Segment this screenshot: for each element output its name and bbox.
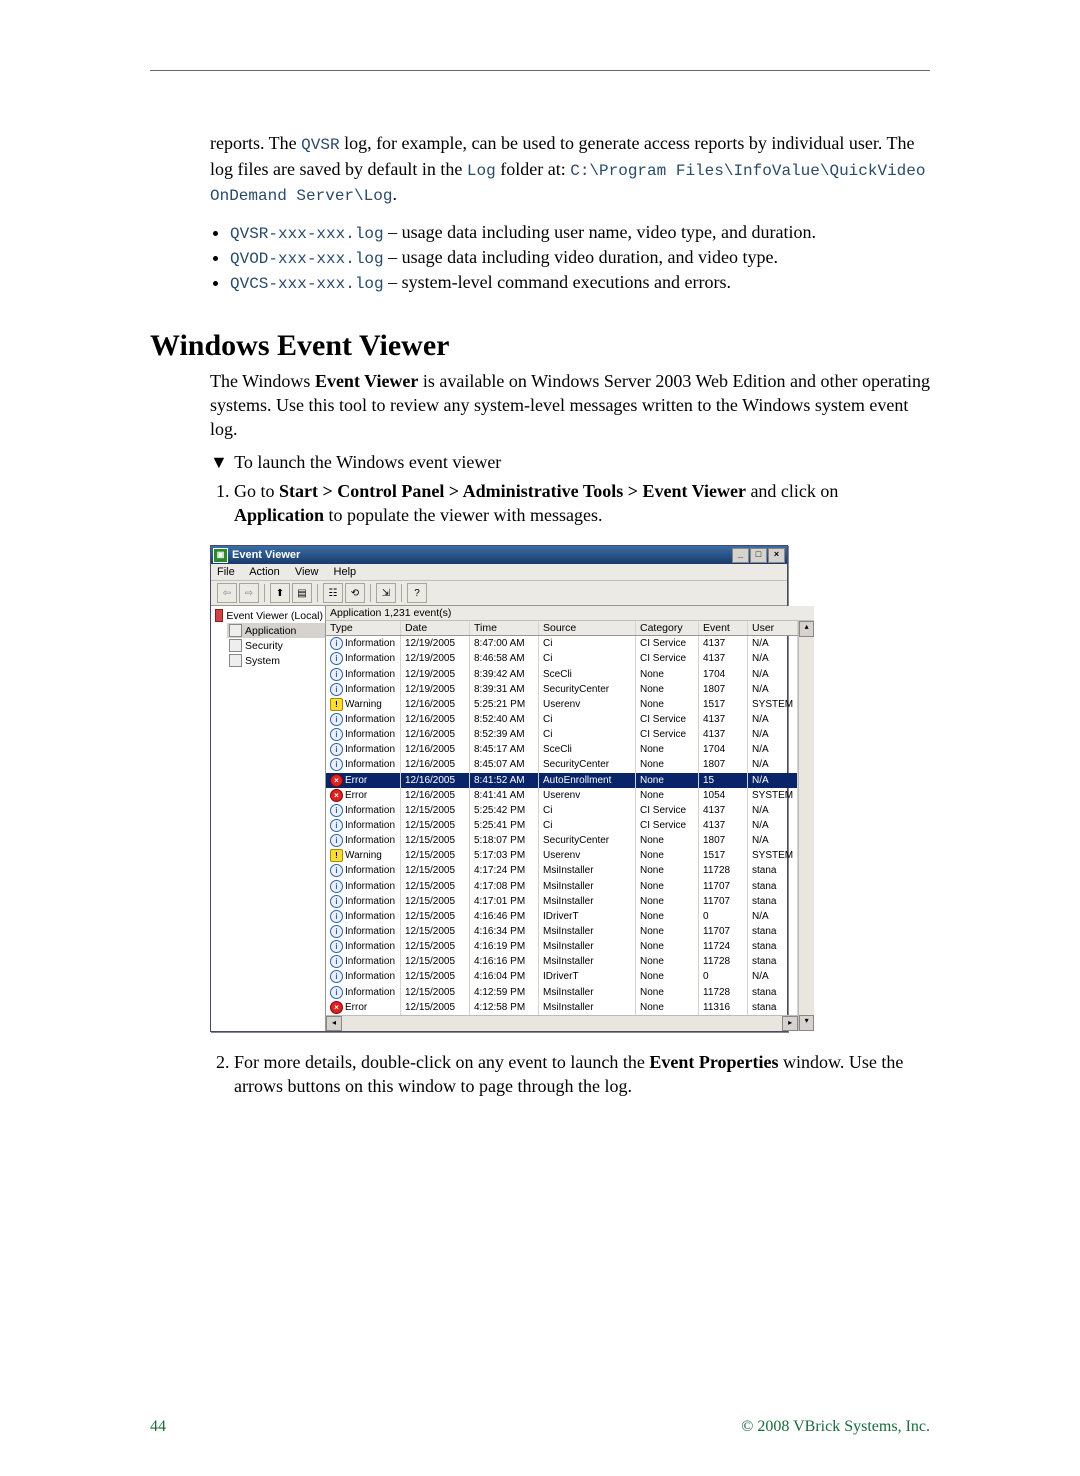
table-row[interactable]: iInformation12/15/20055:18:07 PMSecurity… bbox=[326, 833, 798, 848]
top-rule bbox=[150, 70, 930, 71]
up-button[interactable]: ⬆ bbox=[270, 583, 290, 603]
tree-system[interactable]: System bbox=[227, 653, 325, 668]
event-viewer-screenshot: ▣ Event Viewer _ □ × File Action View He… bbox=[210, 545, 930, 1032]
tree-application[interactable]: Application bbox=[227, 623, 325, 638]
table-row[interactable]: iInformation12/19/20058:47:00 AMCiCI Ser… bbox=[326, 636, 798, 651]
show-hide-tree-button[interactable]: ▤ bbox=[292, 583, 312, 603]
maximize-button[interactable]: □ bbox=[750, 548, 767, 563]
table-row[interactable]: iInformation12/16/20058:45:07 AMSecurity… bbox=[326, 757, 798, 772]
table-row[interactable]: !Warning12/16/20055:25:21 PMUserenvNone1… bbox=[326, 697, 798, 712]
list-item: QVSR-xxx-xxx.log – usage data including … bbox=[230, 222, 930, 243]
launch-line: ▼ To launch the Windows event viewer bbox=[210, 452, 930, 473]
copyright: © 2008 VBrick Systems, Inc. bbox=[741, 1418, 930, 1436]
list-panel: Application 1,231 event(s) Type Date Tim… bbox=[326, 606, 814, 1031]
back-button[interactable]: ⇦ bbox=[217, 583, 237, 603]
table-row[interactable]: iInformation12/15/20054:16:04 PMIDriverT… bbox=[326, 969, 798, 984]
app-icon: ▣ bbox=[213, 548, 228, 563]
log-file-list: QVSR-xxx-xxx.log – usage data including … bbox=[210, 222, 930, 293]
table-row[interactable]: iInformation12/15/20054:17:08 PMMsiInsta… bbox=[326, 879, 798, 894]
vertical-scrollbar[interactable]: ▴ ▾ bbox=[798, 621, 814, 1031]
table-row[interactable]: iInformation12/19/20058:39:31 AMSecurity… bbox=[326, 682, 798, 697]
refresh-button[interactable]: ⟲ bbox=[345, 583, 365, 603]
page-number: 44 bbox=[150, 1418, 166, 1436]
menu-action[interactable]: Action bbox=[249, 566, 280, 578]
table-row[interactable]: ×Error12/16/20058:41:52 AMAutoEnrollment… bbox=[326, 773, 798, 788]
page-footer: 44 © 2008 VBrick Systems, Inc. bbox=[150, 1418, 930, 1436]
export-button[interactable]: ⇲ bbox=[376, 583, 396, 603]
menu-file[interactable]: File bbox=[217, 566, 235, 578]
log-icon bbox=[229, 654, 242, 667]
window-title: Event Viewer bbox=[232, 549, 300, 561]
table-row[interactable]: ×Error12/15/20054:12:58 PMMsiInstallerNo… bbox=[326, 1000, 798, 1015]
toolbar: ⇦ ⇨ ⬆ ▤ ☷ ⟲ ⇲ ? bbox=[211, 581, 787, 606]
minimize-button[interactable]: _ bbox=[732, 548, 749, 563]
table-row[interactable]: iInformation12/15/20054:16:46 PMIDriverT… bbox=[326, 909, 798, 924]
help-button[interactable]: ? bbox=[407, 583, 427, 603]
event-rows[interactable]: iInformation12/19/20058:47:00 AMCiCI Ser… bbox=[326, 636, 798, 1015]
table-row[interactable]: !Warning12/15/20055:17:03 PMUserenvNone1… bbox=[326, 848, 798, 863]
table-row[interactable]: iInformation12/15/20054:17:24 PMMsiInsta… bbox=[326, 863, 798, 878]
log-icon bbox=[229, 639, 242, 652]
menu-help[interactable]: Help bbox=[334, 566, 357, 578]
table-row[interactable]: iInformation12/16/20058:52:39 AMCiCI Ser… bbox=[326, 727, 798, 742]
tree-security[interactable]: Security bbox=[227, 638, 325, 653]
step-1: Go to Start > Control Panel > Administra… bbox=[234, 479, 930, 528]
scroll-right-button[interactable]: ▸ bbox=[782, 1016, 798, 1031]
table-row[interactable]: iInformation12/16/20058:52:40 AMCiCI Ser… bbox=[326, 712, 798, 727]
table-row[interactable]: iInformation12/15/20055:25:42 PMCiCI Ser… bbox=[326, 803, 798, 818]
menu-bar[interactable]: File Action View Help bbox=[211, 564, 787, 581]
forward-button[interactable]: ⇨ bbox=[239, 583, 259, 603]
triangle-down-icon: ▼ bbox=[210, 452, 230, 473]
column-headers[interactable]: Type Date Time Source Category Event Use… bbox=[326, 621, 798, 636]
list-item: QVOD-xxx-xxx.log – usage data including … bbox=[230, 247, 930, 268]
close-button[interactable]: × bbox=[768, 548, 785, 563]
table-row[interactable]: iInformation12/15/20054:16:19 PMMsiInsta… bbox=[326, 939, 798, 954]
table-row[interactable]: iInformation12/19/20058:39:42 AMSceCliNo… bbox=[326, 667, 798, 682]
tree-root[interactable]: Event Viewer (Local) bbox=[213, 608, 325, 623]
scroll-up-button[interactable]: ▴ bbox=[799, 621, 814, 637]
table-row[interactable]: iInformation12/15/20055:25:41 PMCiCI Ser… bbox=[326, 818, 798, 833]
table-row[interactable]: iInformation12/19/20058:46:58 AMCiCI Ser… bbox=[326, 651, 798, 666]
tree-panel: Event Viewer (Local) Application Securit… bbox=[211, 606, 326, 1031]
list-item: QVCS-xxx-xxx.log – system-level command … bbox=[230, 272, 930, 293]
scroll-down-button[interactable]: ▾ bbox=[799, 1015, 814, 1031]
properties-button[interactable]: ☷ bbox=[323, 583, 343, 603]
steps-list: Go to Start > Control Panel > Administra… bbox=[210, 479, 930, 528]
menu-view[interactable]: View bbox=[295, 566, 319, 578]
table-row[interactable]: ×Error12/16/20058:41:41 AMUserenvNone105… bbox=[326, 788, 798, 803]
table-row[interactable]: iInformation12/15/20054:16:16 PMMsiInsta… bbox=[326, 954, 798, 969]
window-titlebar: ▣ Event Viewer _ □ × bbox=[211, 546, 787, 564]
book-icon bbox=[215, 609, 223, 622]
steps-list-2: For more details, double-click on any ev… bbox=[210, 1050, 930, 1099]
log-icon bbox=[229, 624, 242, 637]
table-row[interactable]: iInformation12/16/20058:45:17 AMSceCliNo… bbox=[326, 742, 798, 757]
step-2: For more details, double-click on any ev… bbox=[234, 1050, 930, 1099]
table-row[interactable]: iInformation12/15/20054:16:34 PMMsiInsta… bbox=[326, 924, 798, 939]
horizontal-scrollbar[interactable]: ◂ ▸ bbox=[326, 1015, 798, 1031]
section-intro: The Windows Event Viewer is available on… bbox=[210, 369, 930, 442]
scroll-left-button[interactable]: ◂ bbox=[326, 1016, 342, 1031]
list-header: Application 1,231 event(s) bbox=[326, 606, 814, 621]
table-row[interactable]: iInformation12/15/20054:17:01 PMMsiInsta… bbox=[326, 894, 798, 909]
table-row[interactable]: iInformation12/15/20054:12:59 PMMsiInsta… bbox=[326, 985, 798, 1000]
intro-paragraph: reports. The QVSR log, for example, can … bbox=[210, 131, 930, 208]
section-heading: Windows Event Viewer bbox=[150, 329, 930, 363]
